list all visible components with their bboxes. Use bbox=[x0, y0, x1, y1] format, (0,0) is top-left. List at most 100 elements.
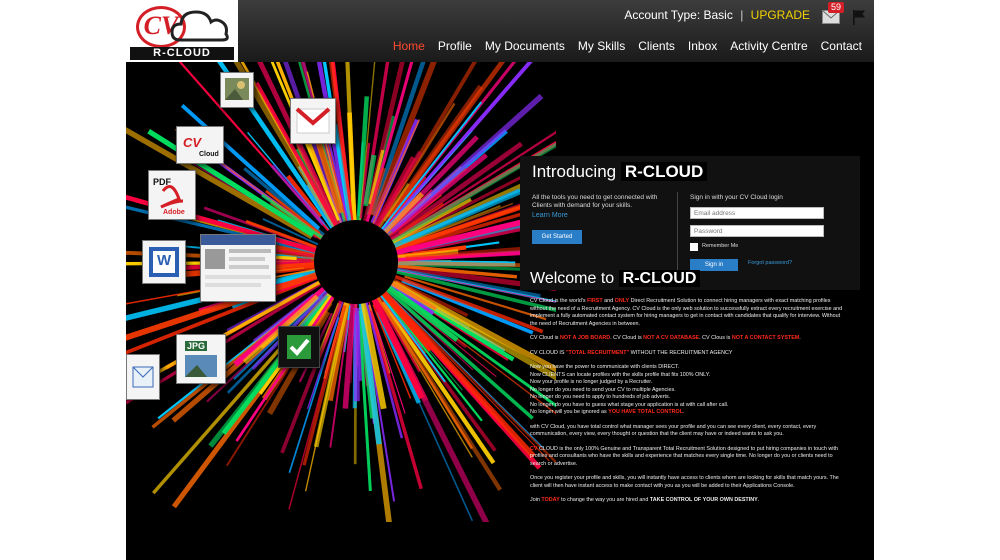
p6-cv: CV bbox=[530, 445, 538, 452]
jpg-tile-label: JPG bbox=[185, 341, 208, 351]
p3-total-recruitment: "TOTAL RECRUITMENT" bbox=[565, 349, 630, 356]
paragraph-join: Join TODAY to change the way you are hir… bbox=[530, 497, 848, 505]
intro-heading: Introducing R-CLOUD bbox=[532, 162, 708, 182]
p4-total-control: YOU HAVE TOTAL CONTROL bbox=[608, 409, 683, 415]
p4-last-c: . bbox=[683, 409, 685, 415]
welcome-heading-text: Welcome to bbox=[530, 270, 615, 287]
screenshot-tile bbox=[200, 234, 276, 302]
top-bar: CV R-CLOUD Account Type: Basic | UPGRADE… bbox=[126, 0, 874, 62]
mail-tile bbox=[126, 354, 160, 400]
p4-line-1: Now you have the power to communicate wi… bbox=[530, 364, 680, 370]
logo-text: R-CLOUD bbox=[130, 47, 234, 60]
signin-title: Sign in with your CV Cloud login bbox=[690, 194, 783, 201]
p2-not-contact-system: NOT A CONTACT SYSTEM bbox=[731, 335, 800, 341]
p4-last-a: No longer will you be ignored as bbox=[530, 409, 609, 415]
burst-ray bbox=[395, 260, 528, 268]
adobe-tile-label: Adobe bbox=[163, 209, 185, 216]
account-separator: | bbox=[740, 8, 744, 22]
remember-me-label: Remember Me bbox=[702, 243, 739, 249]
envelope-icon bbox=[132, 366, 154, 388]
word-tile-label: W bbox=[157, 252, 172, 269]
p1-and: and bbox=[602, 298, 615, 304]
paragraph-power: Now you have the power to communicate wi… bbox=[530, 364, 848, 417]
intro-brand: R-CLOUD bbox=[620, 162, 708, 181]
p3-text-c: WITHOUT THE RECRUITMENT AGENCY bbox=[629, 349, 733, 356]
p2-text-a: CV Cloud is bbox=[530, 335, 560, 341]
intro-heading-text: Introducing bbox=[532, 162, 617, 181]
nav-my-skills[interactable]: My Skills bbox=[578, 39, 625, 53]
p4-line-2: Now CLIENTS can locate profiles with the… bbox=[530, 371, 711, 378]
nav-my-documents[interactable]: My Documents bbox=[485, 39, 565, 53]
logo[interactable]: CV R-CLOUD bbox=[126, 0, 238, 62]
burst-core bbox=[314, 220, 398, 304]
p1-text-a: CV Cloud is the world's bbox=[530, 298, 588, 304]
word-tile: W bbox=[142, 240, 186, 284]
password-field[interactable]: Password bbox=[690, 225, 824, 237]
p8-take-control: TAKE CONTROL OF YOUR OWN DESTINY bbox=[649, 497, 758, 503]
p4-line-6: No longer do you have to guess what stag… bbox=[530, 401, 729, 408]
intro-tagline: All the tools you need to get connected … bbox=[532, 194, 658, 209]
gmail-tile bbox=[290, 98, 336, 144]
screenshot-thumbnail bbox=[201, 235, 275, 287]
app-frame: CV R-CLOUD Account Type: Basic | UPGRADE… bbox=[126, 0, 874, 560]
burst-ray bbox=[353, 307, 360, 402]
nav-contact[interactable]: Contact bbox=[821, 39, 862, 53]
p1-first: FIRST bbox=[587, 298, 603, 304]
paragraph-register: Once you register your profile and skill… bbox=[530, 475, 839, 489]
p1-only: ONLY bbox=[614, 298, 630, 304]
p2-text-e: . CV Clous is bbox=[699, 335, 732, 341]
nav-activity-centre[interactable]: Activity Centre bbox=[730, 39, 807, 53]
nav-profile[interactable]: Profile bbox=[438, 39, 472, 53]
p3-text-a: CV CLOUD IS bbox=[530, 349, 566, 356]
get-started-button[interactable]: Get Started bbox=[532, 230, 582, 244]
p4-line-7: No longer will you be ignored as YOU HAV… bbox=[530, 409, 848, 417]
checkmark-icon bbox=[287, 335, 311, 359]
cloud-icon bbox=[170, 10, 229, 42]
p8-text-c: to change the way you are hired and bbox=[559, 497, 650, 503]
remember-me-checkbox[interactable] bbox=[690, 243, 698, 251]
photo-icon bbox=[225, 78, 249, 100]
account-type: Account Type: Basic bbox=[624, 8, 733, 22]
p4-line-4: No longer do you need to send your CV to… bbox=[530, 386, 676, 393]
welcome-brand: R-CLOUD bbox=[618, 270, 701, 287]
nav-clients[interactable]: Clients bbox=[638, 39, 675, 53]
notification-badge: 59 bbox=[828, 2, 845, 13]
welcome-heading: Welcome to R-CLOUD bbox=[530, 270, 701, 288]
p2-not-job-board: NOT A JOB BOARD bbox=[559, 335, 611, 341]
gmail-icon bbox=[295, 107, 331, 134]
paragraph-genuine: CV CLOUD is the only 100% Genuine and Tr… bbox=[530, 446, 848, 469]
photo-tile bbox=[220, 72, 254, 108]
p2-text-c: . CV Cloud is bbox=[610, 335, 644, 341]
welcome-content: CV Cloud is the world's FIRST and ONLY D… bbox=[530, 298, 848, 512]
cv-cloud-tile-label: Cloud bbox=[199, 151, 219, 158]
email-field[interactable]: Email address bbox=[690, 207, 824, 219]
main-nav: Home Profile My Documents My Skills Clie… bbox=[393, 39, 862, 53]
paragraph-not: CV Cloud is NOT A JOB BOARD. CV Cloud is… bbox=[530, 335, 848, 343]
jpg-tile: JPG bbox=[176, 334, 226, 384]
p6-text: CLOUD is the only 100% Genuine and Trans… bbox=[530, 445, 838, 467]
p8-today: TODAY bbox=[541, 497, 560, 503]
paragraph-control: with CV Cloud, you have total control wh… bbox=[530, 423, 817, 438]
forgot-password-link[interactable]: Forgot password? bbox=[748, 260, 792, 266]
paragraph-total-recruitment: CV CLOUD IS "TOTAL RECRUITMENT" WITHOUT … bbox=[530, 350, 848, 358]
nav-inbox[interactable]: Inbox bbox=[688, 39, 717, 53]
paragraph-intro: CV Cloud is the world's FIRST and ONLY D… bbox=[530, 298, 848, 328]
pdf-tile: PDF Adobe bbox=[148, 170, 196, 220]
account-info: Account Type: Basic | UPGRADE bbox=[624, 8, 810, 22]
pdf-tile-label: PDF bbox=[153, 177, 171, 187]
upgrade-link[interactable]: UPGRADE bbox=[751, 8, 810, 22]
cv-cloud-tile-cv: CV bbox=[183, 135, 202, 150]
nav-home[interactable]: Home bbox=[393, 39, 425, 53]
checkmark-tile bbox=[278, 326, 320, 368]
cv-cloud-tile: CV Cloud bbox=[176, 126, 224, 164]
hero-section: CV Cloud PDF Adobe W JPG Introducing R-C… bbox=[126, 62, 874, 522]
flag-icon[interactable] bbox=[852, 9, 866, 25]
learn-more-link[interactable]: Learn More bbox=[532, 212, 568, 219]
p2-not-cv-database: NOT A CV DATABASE bbox=[643, 335, 700, 341]
p4-line-5: No longer do you need to apply to hundre… bbox=[530, 394, 671, 400]
p8-join: Join bbox=[530, 497, 542, 503]
p8-text-e: . bbox=[757, 497, 760, 503]
p2-text-g: . bbox=[799, 335, 801, 341]
p4-line-3: Now your profile is no longer judged by … bbox=[530, 379, 653, 385]
intro-divider bbox=[677, 192, 678, 270]
